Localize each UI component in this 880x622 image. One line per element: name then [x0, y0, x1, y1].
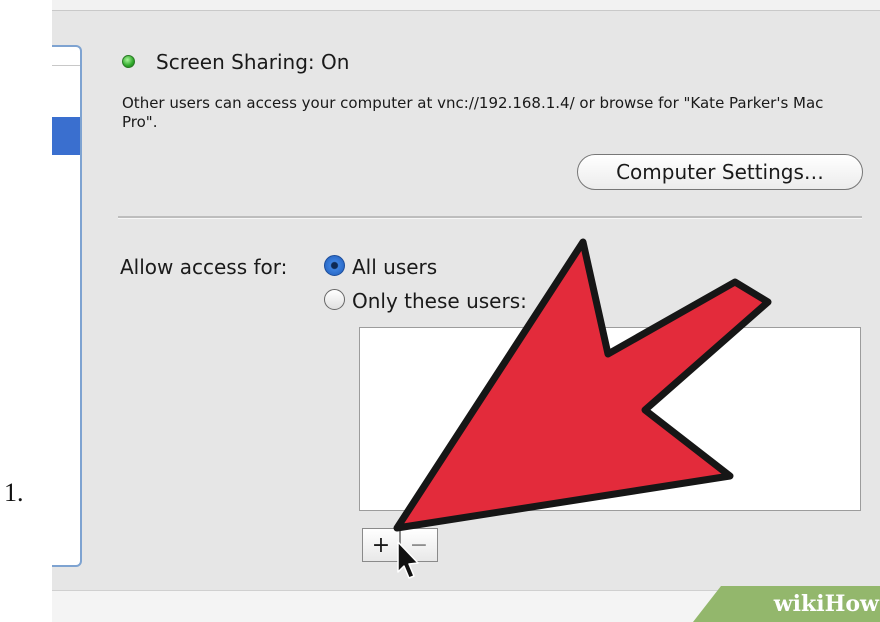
radio-selected-icon[interactable] [324, 255, 345, 276]
only-these-users-option[interactable]: Only these users: [352, 289, 527, 313]
allow-access-label: Allow access for: [120, 255, 288, 279]
allowed-users-list[interactable] [359, 327, 861, 511]
list-row-divider [52, 65, 80, 66]
sharing-preferences-pane: Screen Sharing: On Other users can acces… [52, 0, 880, 622]
radio-unselected-icon[interactable] [324, 289, 345, 310]
add-user-button[interactable]: + [362, 528, 400, 562]
status-dot-icon [122, 55, 135, 68]
step-number: 1. [4, 478, 24, 507]
services-list[interactable] [52, 45, 82, 567]
remove-user-button[interactable]: − [400, 528, 438, 562]
all-users-option[interactable]: All users [352, 255, 437, 279]
window-top-edge [52, 0, 880, 11]
sharing-description: Other users can access your computer at … [122, 94, 824, 131]
selected-service-row[interactable] [52, 117, 80, 155]
section-divider [118, 216, 862, 219]
screen-sharing-status: Screen Sharing: On [156, 50, 350, 74]
wikihow-watermark: wikiHow [693, 586, 880, 622]
computer-settings-button[interactable]: Computer Settings… [577, 154, 863, 190]
